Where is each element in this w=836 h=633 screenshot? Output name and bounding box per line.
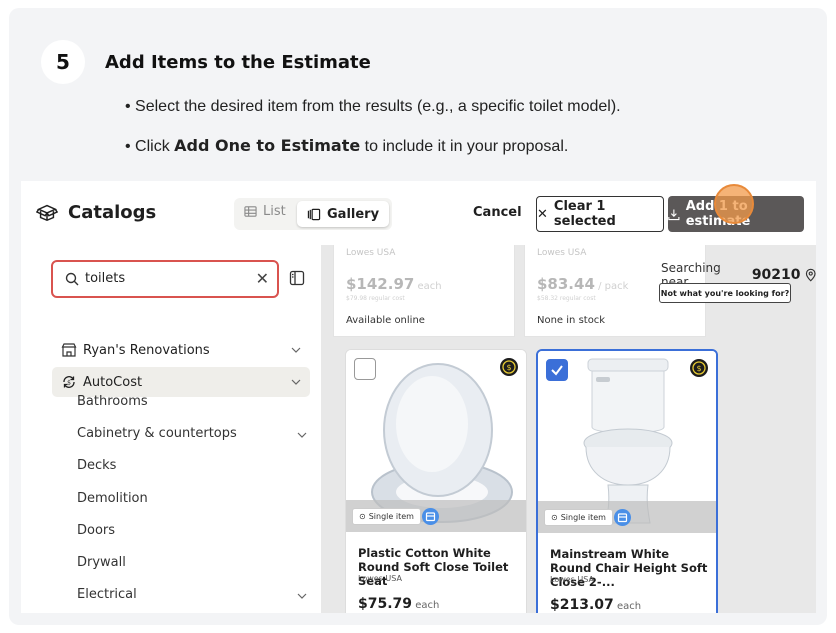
package-icon [614,509,631,526]
search-box[interactable]: toilets ✕ [51,260,279,298]
result-card[interactable]: Lowes USA $142.97 each $79.98 regular co… [333,245,515,337]
chevron-down-icon [291,347,301,353]
badge-label: Single item [560,513,606,522]
price-unit: each [414,281,442,292]
clear-selected-label: Clear 1 selected [553,199,616,229]
bullet-2-prefix: • Click [125,138,175,155]
sidebar-subitem-bathrooms[interactable]: Bathrooms [77,394,148,409]
bullet-2-bold: Add One to Estimate [174,136,361,155]
instruction-bullet-1: • Select the desired item from the resul… [125,98,621,116]
chevron-down-icon [291,379,301,385]
instruction-bullet-2: • Click Add One to Estimate to include i… [125,136,568,156]
gallery-view-button[interactable]: Gallery [297,201,389,227]
tutorial-step-card: 5 Add Items to the Estimate • Select the… [9,8,827,625]
product-vendor: Lowes USA [550,575,594,584]
chevron-down-icon[interactable] [296,429,308,441]
zip-code: 90210 [751,267,801,283]
vendor-label: Lowes USA [346,248,396,258]
checkmark-icon [551,365,563,376]
product-card-selected[interactable]: $ ⊙ Single item Mainstream White Round Ch… [536,349,718,613]
autocost-icon: $ [63,376,75,388]
sidebar-subitem-doors[interactable]: Doors [77,523,115,538]
clear-selected-button[interactable]: ✕ Clear 1 selected [536,196,664,232]
sidebar-item-label: AutoCost [83,374,143,390]
list-view-button[interactable]: List [244,204,286,219]
box-icon [36,204,58,222]
results-area: Lowes USA $142.97 each $79.98 regular co… [321,245,816,613]
svg-text:$: $ [67,380,71,387]
regular-cost: $58.32 regular cost [537,295,596,302]
svg-text:$: $ [696,364,701,373]
search-input[interactable]: toilets [85,271,125,286]
price-unit: / pack [594,281,629,292]
price-value: $213.07 [550,597,614,613]
click-highlight-marker [714,184,754,224]
catalog-sidebar: toilets ✕ Ryan's Renovations $ AutoCost … [21,245,321,613]
sidebar-subitem-drywall[interactable]: Drywall [77,555,126,570]
badge-label: Single item [368,512,414,521]
not-what-looking-for-button[interactable]: Not what you're looking for? [659,283,791,303]
autocost-badge-icon: $ [500,358,518,376]
sidebar-subitem-electrical[interactable]: Electrical [77,587,137,602]
svg-text:$: $ [506,363,511,372]
table-icon [244,206,257,217]
price-value: $83.44 [537,275,595,293]
sidebar-subitem-cabinetry[interactable]: Cabinetry & countertops [77,426,237,441]
list-view-label: List [263,204,286,219]
package-icon [422,508,439,525]
regular-cost: $79.98 regular cost [346,295,405,302]
vendor-label: Lowes USA [537,248,587,258]
product-price: $213.07 each [550,597,641,613]
gallery-icon [307,208,321,220]
price-unit: each [613,601,642,612]
product-vendor: Lowes USA [358,574,402,583]
cancel-button[interactable]: Cancel [473,205,522,220]
price-value: $142.97 [346,275,415,293]
search-icon [65,272,79,286]
availability: None in stock [537,315,606,326]
download-icon [668,208,680,220]
product-price: $75.79 each [358,596,439,612]
single-item-badge: ⊙ Single item [544,509,613,526]
price-unit: each [412,600,440,611]
sidebar-subitem-decks[interactable]: Decks [77,458,116,473]
select-checkbox[interactable] [354,358,376,380]
product-card[interactable]: $ ⊙ Single item Plastic Cotton White Roun… [345,349,527,613]
app-screenshot: Catalogs List Gallery Cancel ✕ Clear 1 s… [21,181,816,613]
storefront-icon [61,343,77,357]
app-header: Catalogs List Gallery Cancel ✕ Clear 1 s… [21,181,816,245]
bullet-1-text: • Select the desired item from the resul… [125,98,621,115]
cube-icon: ⊙ [551,513,558,522]
price-value: $75.79 [358,596,413,612]
chevron-down-icon[interactable] [296,590,308,602]
location-pin-icon [805,268,816,282]
app-title: Catalogs [68,201,157,223]
sidebar-item-label: Ryan's Renovations [83,342,210,358]
clear-search-icon[interactable]: ✕ [256,269,269,288]
bullet-2-suffix: to include it in your proposal. [360,138,569,155]
select-checkbox-checked[interactable] [546,359,568,381]
single-item-badge: ⊙ Single item [352,508,421,525]
cube-icon: ⊙ [359,512,366,521]
sidebar-panel-icon[interactable] [289,270,305,286]
catalogs-logo: Catalogs [36,201,156,223]
view-toggle: List Gallery [234,198,392,230]
gallery-view-label: Gallery [327,206,380,222]
close-icon: ✕ [537,206,548,222]
step-title: Add Items to the Estimate [105,52,371,73]
sidebar-item-autocost[interactable]: $ AutoCost [52,367,310,397]
availability: Available online [346,315,425,326]
price: $83.44 / pack [537,275,628,293]
step-number: 5 [41,40,85,84]
sidebar-item-ryans-renovations[interactable]: Ryan's Renovations [52,335,310,365]
price: $142.97 each [346,275,442,293]
sidebar-subitem-demolition[interactable]: Demolition [77,491,148,506]
autocost-badge-icon: $ [690,359,708,377]
